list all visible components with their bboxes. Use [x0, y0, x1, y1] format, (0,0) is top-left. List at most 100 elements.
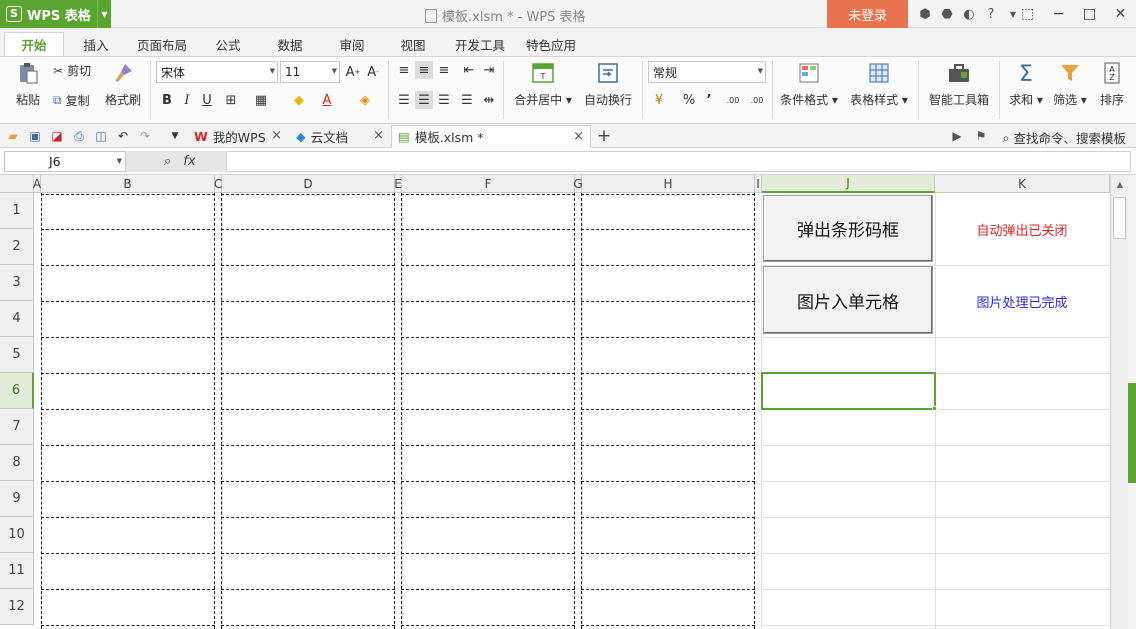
tab-page-layout[interactable]: 页面布局: [131, 32, 193, 56]
paste-button[interactable]: 粘贴: [8, 57, 48, 108]
row-header[interactable]: 7: [0, 409, 34, 445]
indent-decrease-icon[interactable]: ⇤: [460, 61, 478, 79]
save-icon[interactable]: ▣: [26, 127, 44, 145]
column-header[interactable]: E: [394, 175, 402, 193]
row-header[interactable]: 11: [0, 553, 34, 589]
formula-input[interactable]: [226, 151, 1131, 172]
print-icon[interactable]: ⎙: [70, 127, 88, 145]
percent-button[interactable]: %: [680, 91, 698, 109]
close-icon[interactable]: ✕: [1105, 0, 1136, 28]
doc-tab-my-wps[interactable]: W 我的WPS ×: [188, 125, 288, 148]
align-left-icon[interactable]: ☰: [395, 91, 413, 109]
filter-button[interactable]: 筛选 ▾: [1050, 57, 1090, 108]
column-header[interactable]: C: [214, 175, 222, 193]
column-header[interactable]: I: [755, 175, 762, 193]
scroll-up-icon[interactable]: ▲: [1111, 175, 1129, 193]
wrap-text-button[interactable]: 自动换行: [580, 57, 636, 108]
doc-tab-cloud-docs[interactable]: ◆ 云文档 ×: [290, 125, 390, 148]
scroll-thumb[interactable]: [1113, 197, 1126, 239]
italic-button[interactable]: I: [178, 91, 196, 109]
close-tab-icon[interactable]: ×: [573, 129, 584, 144]
copy-button[interactable]: ⧉ 复制: [53, 92, 90, 109]
row-header[interactable]: 1: [0, 193, 34, 229]
row-header[interactable]: 12: [0, 589, 34, 625]
barcode-popup-button[interactable]: 弹出条形码框: [763, 195, 933, 262]
app-menu-button[interactable]: S WPS 表格 ▼: [0, 0, 111, 28]
column-header[interactable]: B: [41, 175, 215, 193]
spreadsheet-grid[interactable]: A B C D E F G H I J K 1 2 3 4 5 6 7 8 9 …: [0, 175, 1110, 629]
row-header[interactable]: 8: [0, 445, 34, 481]
vertical-scrollbar[interactable]: ▲: [1110, 175, 1128, 629]
tab-insert[interactable]: 插入: [72, 32, 120, 56]
borders-icon[interactable]: ⊞: [222, 91, 240, 109]
export-pdf-icon[interactable]: ◪: [48, 127, 66, 145]
close-tab-icon[interactable]: ×: [271, 128, 282, 143]
cut-button[interactable]: ✂ 剪切: [53, 62, 91, 79]
align-center-icon[interactable]: ☰: [415, 91, 433, 109]
increase-font-icon[interactable]: A +: [344, 63, 362, 81]
selected-cell-j6[interactable]: [761, 372, 936, 410]
zoom-search-icon[interactable]: ⌕: [164, 154, 171, 169]
column-header[interactable]: F: [402, 175, 575, 193]
login-button[interactable]: 未登录: [827, 0, 908, 28]
help-icon[interactable]: ?: [980, 0, 1002, 28]
close-tab-icon[interactable]: ×: [373, 128, 384, 143]
column-header[interactable]: D: [222, 175, 395, 193]
column-header[interactable]: A: [33, 175, 41, 193]
tab-developer[interactable]: 开发工具: [450, 32, 510, 56]
increase-decimal-button[interactable]: .00: [724, 91, 742, 109]
number-format-select[interactable]: 常规 ▼: [648, 61, 766, 83]
format-painter-button[interactable]: 格式刷: [102, 57, 144, 108]
align-bottom-icon[interactable]: ≡: [435, 61, 453, 79]
align-top-icon[interactable]: ≡: [395, 61, 413, 79]
name-box[interactable]: J6 ▼: [4, 151, 126, 172]
fx-icon[interactable]: fx: [183, 154, 195, 169]
print-preview-icon[interactable]: ◫: [92, 127, 110, 145]
search-command-box[interactable]: ⌕ 查找命令、搜索模板: [1002, 128, 1126, 147]
sort-button[interactable]: AZ 排序: [1094, 57, 1130, 108]
row-header[interactable]: 9: [0, 481, 34, 517]
underline-button[interactable]: U: [198, 91, 216, 109]
justify-icon[interactable]: ☰: [458, 91, 476, 109]
row-header[interactable]: 3: [0, 265, 34, 301]
column-header-selected[interactable]: J: [762, 175, 935, 193]
chevron-down-icon[interactable]: ▼: [97, 0, 111, 28]
screen-share-icon[interactable]: ▶: [948, 127, 966, 145]
tab-home[interactable]: 开始: [4, 32, 64, 56]
minimize-icon[interactable]: −: [1043, 0, 1074, 28]
decrease-font-icon[interactable]: A-: [364, 63, 382, 81]
smart-toolbox-button[interactable]: 智能工具箱: [924, 57, 994, 108]
help-docs-icon[interactable]: ◐: [958, 0, 980, 28]
clear-format-icon[interactable]: ◈: [356, 91, 374, 109]
align-right-icon[interactable]: ☰: [435, 91, 453, 109]
row-header-selected[interactable]: 6: [0, 373, 34, 409]
image-to-cell-button[interactable]: 图片入单元格: [763, 266, 933, 334]
undo-icon[interactable]: ↶: [114, 127, 132, 145]
tab-view[interactable]: 视图: [391, 32, 435, 56]
comment-flag-icon[interactable]: ⚑: [972, 127, 990, 145]
redo-icon[interactable]: ↷: [136, 127, 154, 145]
row-header[interactable]: 4: [0, 301, 34, 337]
font-color-icon[interactable]: A: [318, 91, 336, 109]
bold-button[interactable]: B: [158, 91, 176, 109]
row-header[interactable]: 10: [0, 517, 34, 553]
fill-color-icon[interactable]: ◆: [290, 91, 308, 109]
sum-button[interactable]: Σ 求和 ▾: [1006, 57, 1046, 108]
maximize-icon[interactable]: □: [1074, 0, 1105, 28]
row-header[interactable]: 5: [0, 337, 34, 373]
open-folder-icon[interactable]: ▰: [4, 127, 22, 145]
cell-fill-pattern-icon[interactable]: ▦: [252, 91, 270, 109]
select-all-corner[interactable]: [0, 175, 34, 193]
cube-icon[interactable]: ⬣: [936, 0, 958, 28]
column-header[interactable]: G: [573, 175, 583, 193]
font-size-select[interactable]: 11 ▼: [280, 61, 340, 83]
thousands-separator-button[interactable]: ’: [700, 91, 718, 109]
align-middle-icon[interactable]: ≡: [415, 61, 433, 79]
currency-icon[interactable]: ¥: [650, 91, 668, 109]
new-tab-plus-icon[interactable]: +: [595, 126, 613, 146]
font-name-select[interactable]: 宋体 ▼: [156, 61, 278, 83]
column-header[interactable]: K: [935, 175, 1110, 193]
tab-formulas[interactable]: 公式: [206, 32, 250, 56]
merge-center-button[interactable]: T 合并居中 ▾: [510, 57, 576, 108]
decrease-decimal-button[interactable]: .00: [748, 91, 766, 109]
